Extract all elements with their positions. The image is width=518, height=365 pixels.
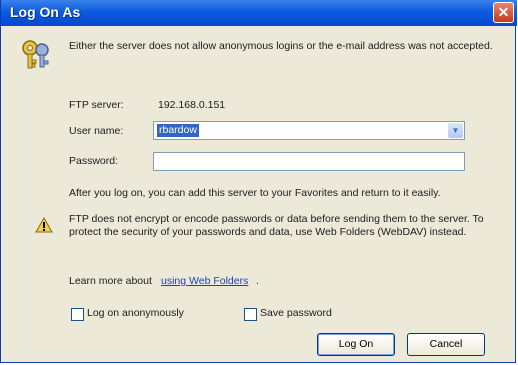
title-bar[interactable]: Log On As ✕: [1, 0, 517, 26]
anonymous-checkbox[interactable]: [71, 308, 84, 321]
save-password-checkbox[interactable]: [244, 308, 257, 321]
learn-more-prefix: Learn more about: [69, 275, 152, 287]
close-button[interactable]: ✕: [493, 2, 514, 23]
ftp-server-value: 192.168.0.151: [158, 99, 226, 111]
user-name-value: rbardow: [157, 124, 199, 137]
security-warning: FTP does not encrypt or encode passwords…: [69, 213, 484, 238]
intro-message: Either the server does not allow anonymo…: [69, 40, 493, 52]
user-name-label: User name:: [69, 125, 124, 137]
password-field[interactable]: [153, 152, 465, 171]
save-password-label[interactable]: Save password: [260, 307, 332, 320]
learn-more-suffix: .: [256, 275, 259, 287]
key-icon: [22, 40, 49, 69]
web-folders-link[interactable]: using Web Folders: [161, 275, 248, 288]
anonymous-label[interactable]: Log on anonymously: [87, 307, 184, 320]
logon-button[interactable]: Log On: [317, 333, 395, 356]
window-title: Log On As: [10, 4, 81, 20]
close-icon: ✕: [497, 4, 510, 20]
cancel-button[interactable]: Cancel: [407, 333, 485, 356]
user-name-combo[interactable]: rbardow ▼: [153, 121, 465, 140]
password-label: Password:: [69, 155, 119, 167]
logon-dialog: Log On As ✕ Either the server does not a…: [0, 0, 517, 363]
chevron-down-icon: ▼: [451, 126, 460, 135]
warning-icon: [35, 217, 53, 233]
user-name-dropdown-button[interactable]: ▼: [448, 123, 463, 138]
ftp-server-label: FTP server:: [69, 99, 124, 111]
after-logon-message: After you log on, you can add this serve…: [69, 187, 441, 199]
